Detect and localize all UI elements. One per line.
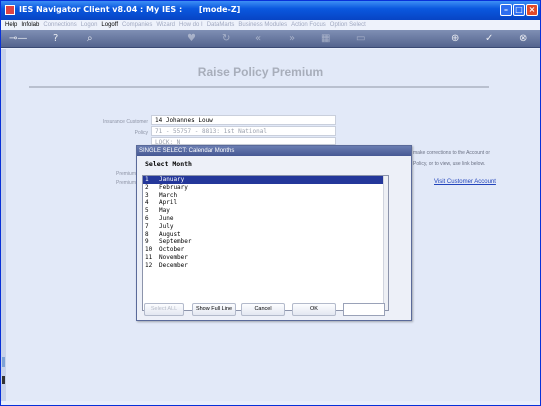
premium-label: Premium — [115, 171, 136, 177]
instruction-text-1: make corrections to the Account or — [413, 150, 490, 156]
list-scrollbar[interactable] — [383, 176, 388, 310]
search-icon[interactable]: ⌕ — [87, 33, 93, 45]
month-name: September — [159, 238, 192, 246]
menu-item-option-select[interactable]: Option Select — [330, 22, 366, 28]
menu-item-datamarts[interactable]: DataMarts — [207, 22, 235, 28]
month-name: January — [159, 176, 185, 183]
month-number: 11 — [145, 253, 153, 261]
list-item[interactable]: 1 January — [143, 176, 384, 184]
list-item[interactable]: 10 October — [143, 246, 384, 254]
grid-icon[interactable]: ▦ — [321, 33, 330, 45]
month-number: 4 — [145, 199, 149, 207]
print-icon[interactable]: ▭ — [356, 33, 365, 45]
title-divider — [29, 86, 489, 88]
month-name: August — [159, 230, 181, 238]
month-number: 10 — [145, 246, 153, 254]
side-tab-marker-dark[interactable] — [2, 376, 5, 384]
filter-input[interactable] — [343, 303, 385, 316]
list-item[interactable]: 3 March — [143, 192, 384, 200]
title-bar[interactable]: IES Navigator Client v8.04 : My IES : [m… — [1, 1, 540, 20]
month-number: 8 — [145, 230, 149, 238]
month-name: December — [159, 261, 188, 269]
list-item[interactable]: 2 February — [143, 184, 384, 192]
menu-item-how-do-i[interactable]: How do I — [179, 22, 203, 28]
month-number: 7 — [145, 222, 149, 230]
refresh-icon[interactable]: ↻ — [222, 33, 230, 45]
maximize-button[interactable]: □ — [513, 4, 525, 16]
window-title: IES Navigator Client v8.04 : My IES : [m… — [19, 5, 241, 14]
visit-customer-account-link[interactable]: Visit Customer Account — [434, 179, 496, 185]
month-name: July — [159, 222, 174, 230]
month-number: 5 — [145, 207, 149, 215]
help-icon[interactable]: ? — [53, 33, 58, 45]
side-tab-marker[interactable] — [2, 357, 5, 367]
menu-item-wizard[interactable]: Wizard — [156, 22, 175, 28]
select-all-button[interactable]: Select ALL — [144, 303, 184, 316]
month-name: June — [159, 214, 174, 222]
app-window: IES Navigator Client v8.04 : My IES : [m… — [0, 0, 541, 406]
menu-item-business-modules[interactable]: Business Modules — [238, 22, 287, 28]
list-item[interactable]: 9 September — [143, 238, 384, 246]
month-name: March — [159, 191, 178, 199]
close-icon[interactable]: ⊗ — [519, 33, 527, 45]
insurance-customer-label: Insurance Customer — [102, 119, 148, 125]
app-icon — [5, 5, 15, 15]
toolbar: ⊸— ? ⌕ ♥ ↻ « » ▦ ▭ ⊕ ✓ ⊗ — [1, 30, 540, 48]
insurance-customer-field[interactable]: 14 Johannes Louw — [151, 115, 336, 125]
month-number: 12 — [145, 261, 153, 269]
month-list: 1 January 2 February 3 March 4 April 5 May 6 June 7 J… — [143, 176, 384, 310]
select-month-dialog: SINGLE SELECT: Calendar Months Select Mo… — [136, 145, 412, 321]
menu-item-logoff[interactable]: Logoff — [101, 22, 118, 28]
forward-icon[interactable]: » — [289, 33, 295, 45]
month-name: February — [159, 183, 188, 191]
list-item[interactable]: 8 August — [143, 231, 384, 239]
list-item[interactable]: 11 November — [143, 254, 384, 262]
ok-button[interactable]: OK — [292, 303, 336, 316]
add-icon[interactable]: ⊕ — [451, 33, 459, 45]
policy-field[interactable]: 71 - 55757 - 8813: 1st National — [151, 126, 336, 136]
right-side-strip — [531, 49, 540, 401]
menu-item-help[interactable]: Help — [5, 22, 17, 28]
month-name: May — [159, 207, 170, 215]
menu-item-companies[interactable]: Companies — [122, 22, 152, 28]
key-icon[interactable]: ⊸— — [9, 33, 27, 45]
list-item[interactable]: 6 June — [143, 215, 384, 223]
month-number: 2 — [145, 183, 149, 191]
month-number: 6 — [145, 214, 149, 222]
policy-label: Policy — [134, 130, 148, 136]
dialog-heading: Select Month — [145, 160, 192, 168]
menu-item-logon[interactable]: Logon — [81, 22, 98, 28]
minimize-button[interactable]: – — [500, 4, 512, 16]
month-number: 3 — [145, 191, 149, 199]
list-item[interactable]: 4 April — [143, 199, 384, 207]
close-button[interactable]: × — [526, 4, 538, 16]
month-number: 9 — [145, 238, 149, 246]
lock-field[interactable]: LOCK: N — [151, 137, 336, 145]
dialog-title[interactable]: SINGLE SELECT: Calendar Months — [137, 146, 411, 156]
show-full-line-button[interactable]: Show Full Line — [192, 303, 236, 316]
month-number: 1 — [145, 176, 149, 183]
month-name: October — [159, 246, 185, 254]
menu-item-connections[interactable]: Connections — [43, 22, 76, 28]
rewind-icon[interactable]: « — [255, 33, 261, 45]
menu-item-action-focus[interactable]: Action Focus — [291, 22, 326, 28]
premium-label-2: Premium — [115, 180, 136, 186]
month-name: November — [159, 253, 188, 261]
menu-bar: Help Infolab Connections Logon Logoff Compani… — [1, 20, 540, 30]
menu-item-infolab[interactable]: Infolab — [21, 22, 39, 28]
list-item[interactable]: 7 July — [143, 223, 384, 231]
cancel-button[interactable]: Cancel — [241, 303, 285, 316]
check-icon[interactable]: ✓ — [485, 33, 493, 45]
list-item[interactable]: 12 December — [143, 262, 384, 270]
month-name: April — [159, 199, 178, 207]
month-listbox[interactable]: 1 January 2 February 3 March 4 April 5 May 6 June 7 J… — [142, 175, 389, 311]
list-item[interactable]: 5 May — [143, 207, 384, 215]
instruction-text-2: Policy, or to view, use link below. — [413, 161, 486, 167]
page-title: Raise Policy Premium — [197, 65, 324, 79]
heart-icon[interactable]: ♥ — [187, 33, 196, 45]
